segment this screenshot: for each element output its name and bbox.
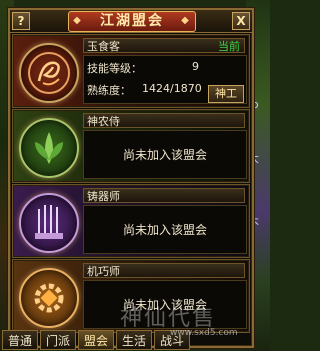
guild-name: 神农侍 (87, 115, 120, 128)
tab-sect[interactable]: 门派 (40, 330, 76, 350)
guild-name-bar: 神农侍 (83, 113, 245, 128)
skill-level-value: 9 (192, 60, 199, 73)
window-title: ◆ 江湖盟会 ◆ (68, 11, 196, 32)
guild-panel-zhuqishi[interactable]: 铸器师 尚未加入该盟会 (12, 184, 250, 258)
ornament-icon: ◆ (181, 15, 191, 26)
guild-details: 技能等级： 9 熟练度： 1424/1870 神工 (83, 55, 247, 104)
current-status-badge: 当前 (218, 40, 240, 53)
tab-life[interactable]: 生活 (116, 330, 152, 350)
guild-name-bar: 铸器师 (83, 188, 245, 203)
guild-details: 尚未加入该盟会 (83, 205, 247, 254)
help-button[interactable]: ? (12, 12, 30, 30)
guild-name-bar: 机巧师 (83, 263, 245, 278)
guild-panel-shennongshi[interactable]: 神农侍 尚未加入该盟会 (12, 109, 250, 183)
herb-emblem-icon (19, 118, 79, 178)
watermark-url: www.sxd5.com (170, 328, 238, 338)
guild-name: 铸器师 (87, 190, 120, 203)
shengong-button[interactable]: 神工 (208, 85, 244, 103)
gear-emblem-icon (19, 268, 79, 328)
guild-name-bar: 玉食客 当前 (83, 38, 245, 53)
guild-name: 机巧师 (87, 265, 120, 278)
proficiency-value: 1424/1870 (142, 82, 202, 95)
skill-level-label: 技能等级： (87, 62, 142, 75)
guild-name: 玉食客 (87, 40, 120, 53)
guild-details: 尚未加入该盟会 (83, 130, 247, 179)
close-button[interactable]: X (232, 12, 250, 30)
phoenix-emblem-icon (19, 43, 79, 103)
not-joined-text: 尚未加入该盟会 (122, 223, 207, 237)
not-joined-text: 尚未加入该盟会 (122, 148, 207, 162)
tab-guild[interactable]: 盟会 (78, 330, 114, 350)
tab-normal[interactable]: 普通 (2, 330, 38, 350)
title-bar: ? ◆ 江湖盟会 ◆ X (10, 10, 252, 33)
weapons-emblem-icon (19, 193, 79, 253)
guild-panel-yushike[interactable]: 玉食客 当前 技能等级： 9 熟练度： 1424/1870 神工 (12, 34, 250, 108)
ornament-icon: ◆ (73, 15, 83, 26)
guild-window: ? ◆ 江湖盟会 ◆ X 玉食客 当前 技能等级： 9 熟练度： 1424/18… (8, 8, 254, 348)
proficiency-label: 熟练度： (87, 84, 131, 97)
